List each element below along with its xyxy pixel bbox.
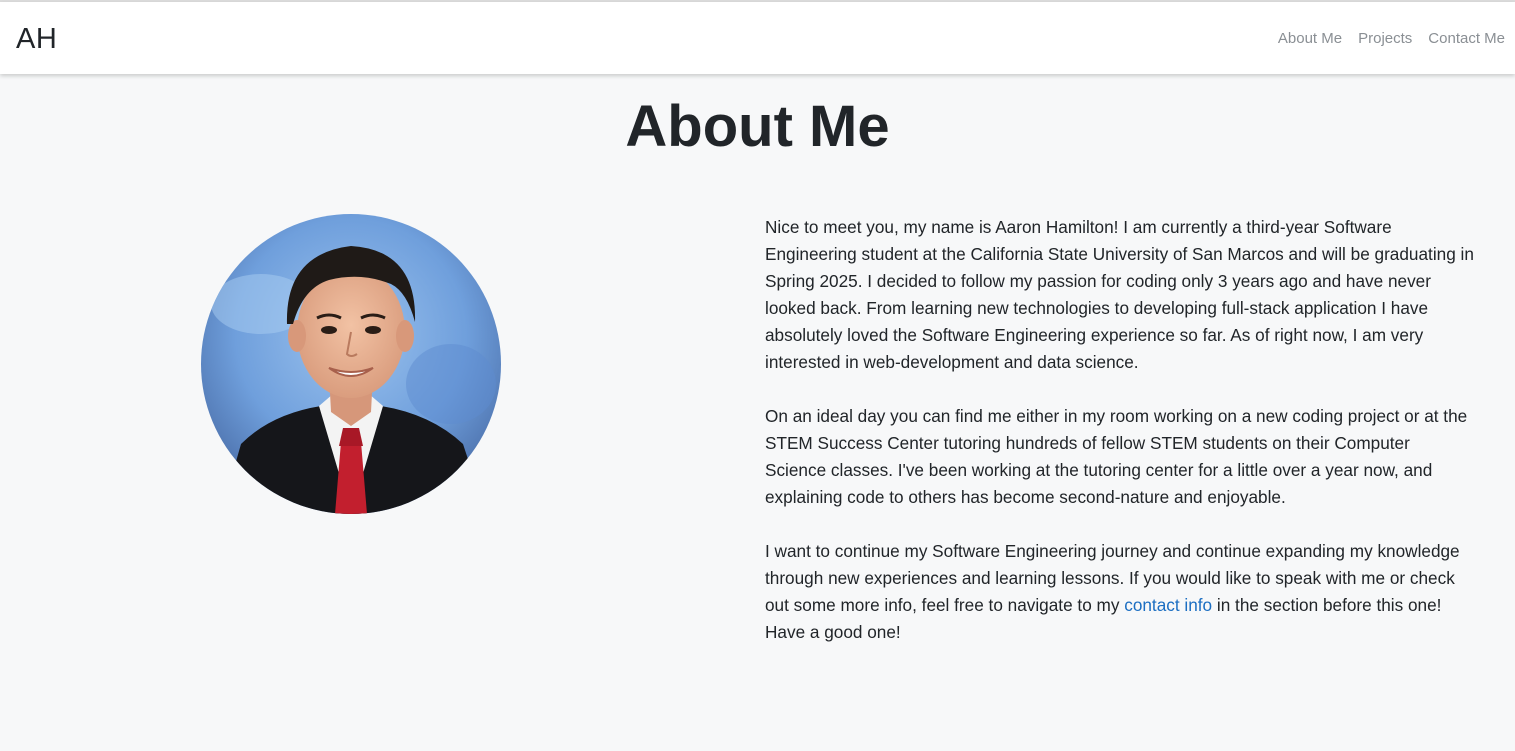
nav-link-about-me[interactable]: About Me <box>1278 29 1342 49</box>
bio-paragraph-1: Nice to meet you, my name is Aaron Hamil… <box>765 217 1474 372</box>
contact-info-link[interactable]: contact info <box>1124 595 1212 615</box>
brand-logo[interactable]: AH <box>16 22 57 56</box>
nav-link-projects[interactable]: Projects <box>1358 29 1412 49</box>
profile-photo <box>201 214 501 514</box>
nav-links: About Me Projects Contact Me <box>1278 29 1505 49</box>
nav-link-contact-me[interactable]: Contact Me <box>1428 29 1505 49</box>
profile-photo-graphic <box>201 214 501 514</box>
bio-paragraph-2: On an ideal day you can find me either i… <box>765 406 1468 507</box>
page-title: About Me <box>625 94 890 159</box>
bio-paragraph-3: I want to continue my Software Engineeri… <box>765 538 1475 646</box>
navbar: AH About Me Projects Contact Me <box>0 2 1515 74</box>
about-me-bio: Nice to meet you, my name is Aaron Hamil… <box>765 214 1475 673</box>
